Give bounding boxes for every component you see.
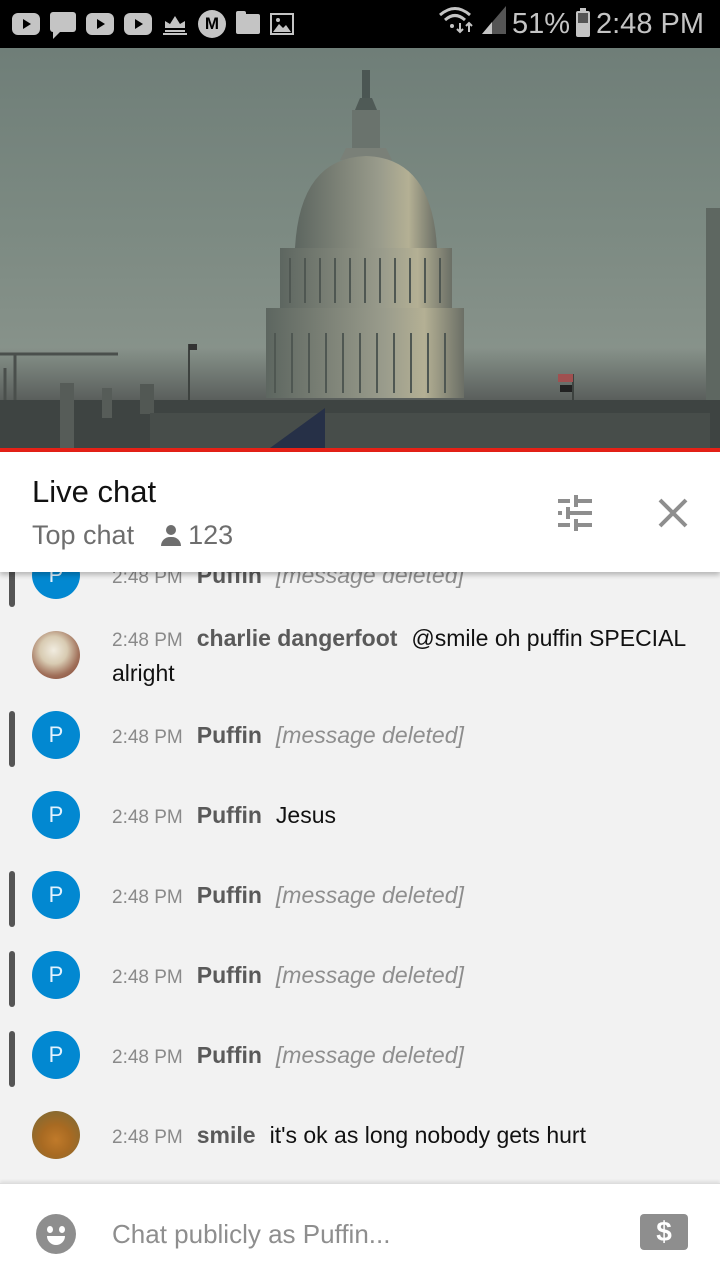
chat-message[interactable]: P 2:48 PM Puffin [message deleted] (0, 940, 720, 1020)
message-text: [message deleted] (275, 882, 464, 908)
avatar (32, 1111, 80, 1159)
battery-percent: 51% (511, 7, 570, 40)
emoji-icon-eye (47, 1226, 53, 1233)
folder-icon (236, 11, 260, 34)
emoji-button[interactable] (36, 1214, 76, 1254)
chat-message[interactable]: P 2:48 PM Puffin Jesus (0, 780, 720, 860)
chat-message[interactable]: 2:48 PM charlie dangerfoot @smile oh puffi… (0, 620, 720, 700)
chat-message[interactable]: P 2:48 PM Puffin [message deleted] (0, 1020, 720, 1100)
message-time: 2:48 PM (112, 807, 183, 828)
message-time: 2:48 PM (112, 887, 183, 908)
message-text: [message deleted] (275, 1042, 464, 1068)
message-time: 2:48 PM (112, 1127, 183, 1148)
message-author[interactable]: Puffin (197, 882, 262, 908)
image-icon (270, 13, 294, 35)
message-author[interactable]: smile (197, 1122, 256, 1148)
m-app-icon: M (198, 10, 226, 38)
avatar: P (32, 791, 80, 839)
notification-icons: M (12, 10, 294, 39)
chat-message[interactable]: 2:48 PM smile it's ok as long nobody gets … (0, 1100, 720, 1180)
deleted-indicator (9, 951, 15, 1007)
message-icon (50, 12, 76, 39)
deleted-indicator (9, 711, 15, 767)
message-text: [message deleted] (275, 962, 464, 988)
avatar: P (32, 871, 80, 919)
chat-mode-selector[interactable]: Top chat 123 (32, 520, 233, 551)
person-icon (160, 524, 182, 547)
message-time: 2:48 PM (112, 727, 183, 748)
youtube-icon (86, 13, 114, 35)
deleted-indicator (9, 1031, 15, 1087)
super-chat-button[interactable]: $ (640, 1214, 688, 1250)
message-author[interactable]: charlie dangerfoot (197, 625, 398, 651)
avatar: P (32, 711, 80, 759)
live-chat-header: Live chat Top chat 123 (0, 452, 720, 572)
viewer-count-value: 123 (188, 520, 234, 550)
system-status: 51% 2:48 PM (438, 6, 704, 42)
message-time: 2:48 PM (112, 1047, 183, 1068)
avatar: P (32, 951, 80, 999)
chat-message[interactable]: P 2:48 PM Puffin [message deleted] (0, 860, 720, 940)
chat-input-bar: $ (0, 1183, 720, 1280)
chat-input[interactable] (112, 1212, 612, 1256)
header-title: Live chat (32, 474, 157, 509)
emoji-icon-eye (59, 1226, 65, 1233)
avatar: P (32, 1031, 80, 1079)
video-player[interactable] (0, 48, 720, 448)
avatar (32, 631, 80, 679)
close-chat-button[interactable] (650, 490, 696, 536)
close-icon (658, 498, 688, 528)
message-text: it's ok as long nobody gets hurt (269, 1122, 586, 1148)
chat-message[interactable]: P 2:48 PM Puffin [message deleted] (0, 700, 720, 780)
message-time: 2:48 PM (112, 630, 183, 651)
signal-icon (481, 6, 506, 42)
message-text: [message deleted] (275, 722, 464, 748)
message-time: 2:48 PM (112, 967, 183, 988)
tune-icon (558, 495, 592, 531)
viewer-count: 123 (160, 520, 233, 551)
emoji-icon-mouth (47, 1236, 65, 1245)
youtube-icon (124, 13, 152, 35)
message-author[interactable]: Puffin (197, 962, 262, 988)
message-text: Jesus (275, 802, 337, 828)
dollar-icon: $ (656, 1216, 672, 1247)
youtube-icon (12, 13, 40, 35)
battery-icon (576, 8, 590, 37)
chat-filter-button[interactable] (552, 490, 598, 536)
message-author[interactable]: Puffin (197, 802, 262, 828)
wifi-icon (438, 5, 476, 43)
deleted-indicator (9, 871, 15, 927)
capitol-dome-video-frame (0, 70, 720, 448)
status-bar: M 51% 2:48 PM (0, 0, 720, 48)
message-author[interactable]: Puffin (197, 1042, 262, 1068)
chat-mode-label: Top chat (32, 520, 135, 550)
crown-icon (162, 13, 188, 35)
message-author[interactable]: Puffin (197, 722, 262, 748)
clock: 2:48 PM (596, 7, 704, 40)
chat-message-list[interactable]: P 2:48 PM Puffin [message deleted] 2:48 PM… (0, 540, 720, 1183)
